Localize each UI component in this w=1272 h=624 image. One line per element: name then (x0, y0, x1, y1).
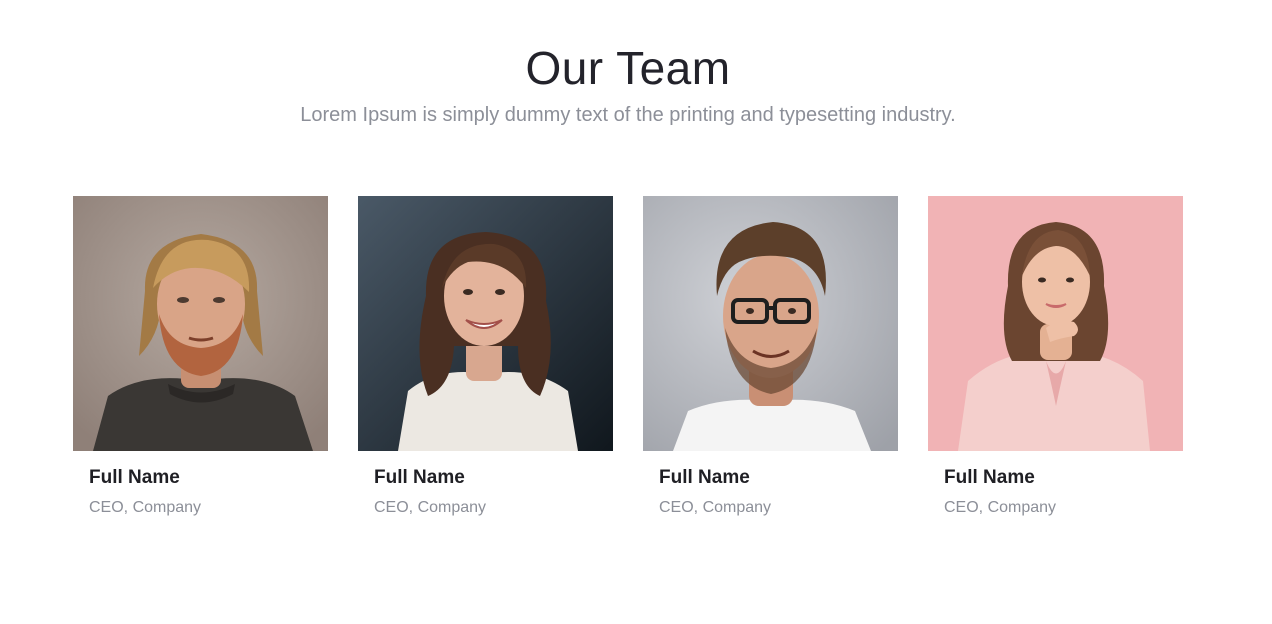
member-role: CEO, Company (374, 499, 487, 516)
member-role: CEO, Company (659, 499, 772, 516)
member-photo (73, 196, 328, 451)
team-grid: Full Name CEO, Company Full Name CEO, Co… (73, 196, 1183, 519)
member-role: CEO, Company (944, 499, 1057, 516)
member-info: Full Name CEO, Company (928, 451, 1183, 519)
portrait-woman-brunette-icon (358, 196, 613, 451)
member-name: Full Name (944, 467, 1035, 488)
member-name: Full Name (374, 467, 465, 488)
member-info: Full Name CEO, Company (73, 451, 328, 519)
team-member-card: Full Name CEO, Company (643, 196, 898, 519)
member-info: Full Name CEO, Company (358, 451, 613, 519)
portrait-man-glasses-icon (643, 196, 898, 451)
portrait-man-blond-icon (73, 196, 328, 451)
member-photo (928, 196, 1183, 451)
team-member-card: Full Name CEO, Company (73, 196, 328, 519)
section-title: Our Team (525, 42, 731, 94)
member-photo (643, 196, 898, 451)
team-member-card: Full Name CEO, Company (928, 196, 1183, 519)
section-subtitle: Lorem Ipsum is simply dummy text of the … (300, 104, 956, 126)
team-member-card: Full Name CEO, Company (358, 196, 613, 519)
team-section: Our Team Lorem Ipsum is simply dummy tex… (0, 0, 1272, 624)
portrait-woman-pink-icon (928, 196, 1183, 451)
member-photo (358, 196, 613, 451)
member-name: Full Name (659, 467, 750, 488)
member-role: CEO, Company (89, 499, 202, 516)
member-info: Full Name CEO, Company (643, 451, 898, 519)
member-name: Full Name (89, 467, 180, 488)
